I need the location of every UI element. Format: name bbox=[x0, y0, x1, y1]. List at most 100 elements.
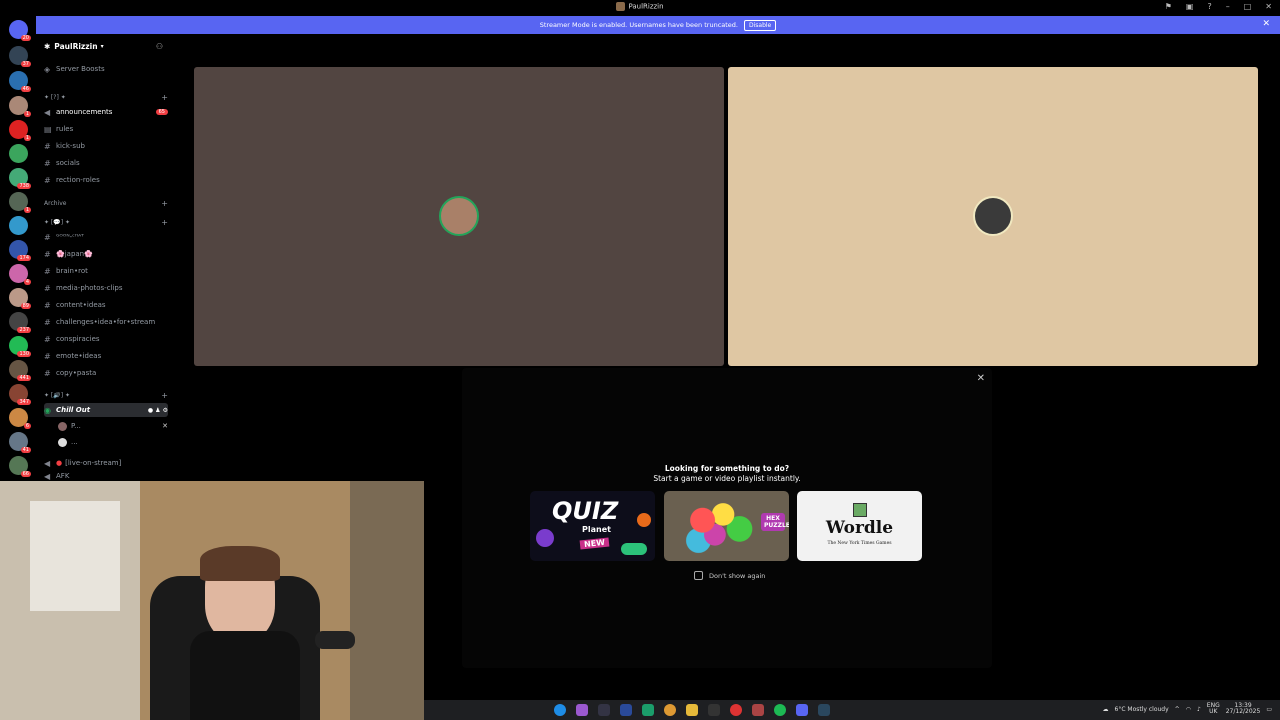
server-icon[interactable]: 1 bbox=[9, 120, 31, 141]
tray-chevron-icon[interactable]: ^ bbox=[1175, 706, 1180, 713]
server-header[interactable]: ✱ PaulRizzin ▾ ⚇ bbox=[36, 34, 173, 58]
server-icon[interactable] bbox=[9, 216, 28, 235]
channel-rules[interactable]: ▤ rules bbox=[44, 122, 168, 136]
minimize-button[interactable]: – bbox=[1226, 2, 1230, 11]
server-icon[interactable]: 6 bbox=[9, 408, 31, 429]
hash-icon: # bbox=[44, 232, 51, 242]
hex-puzzle-card[interactable]: HEX PUZZLE bbox=[664, 491, 789, 561]
hash-icon: # bbox=[44, 249, 51, 259]
weather-text[interactable]: 6°C Mostly cloudy bbox=[1115, 706, 1169, 713]
microphone bbox=[315, 631, 355, 649]
voice-user[interactable]: P... ✕ bbox=[58, 419, 168, 433]
server-icon[interactable]: 174 bbox=[9, 240, 31, 261]
channel-item[interactable]: # conspiracies bbox=[44, 332, 168, 346]
add-channel-icon[interactable]: + bbox=[161, 218, 168, 227]
speaker-icon: ◀ bbox=[44, 458, 51, 468]
rules-icon: ▤ bbox=[44, 124, 52, 134]
wordle-card[interactable]: Wordle The New York Times Games bbox=[797, 491, 922, 561]
checkbox[interactable] bbox=[694, 571, 703, 580]
server-icon[interactable]: 738 bbox=[9, 168, 31, 189]
channel-item[interactable]: # ᴳᴼᴼᴺ-ᶜᴴᴬᵀ bbox=[44, 230, 168, 244]
archive-category[interactable]: Archive + bbox=[44, 196, 168, 210]
channel-socials[interactable]: # socials bbox=[44, 156, 168, 170]
app-icon[interactable] bbox=[730, 704, 742, 716]
server-icon[interactable]: 46 bbox=[9, 71, 31, 92]
voice-channel-live[interactable]: ◀ ● [live-on-stream] bbox=[44, 456, 168, 470]
add-channel-icon[interactable]: + bbox=[161, 391, 168, 400]
voice-channel-afk[interactable]: ◀ AFK bbox=[44, 472, 168, 480]
channel-item[interactable]: # content•ideas bbox=[44, 298, 168, 312]
server-icon[interactable]: 66 bbox=[9, 456, 31, 477]
channel-item[interactable]: # challenges•idea•for•stream bbox=[44, 315, 168, 329]
clock[interactable]: 13:39 27/12/2025 bbox=[1226, 703, 1261, 715]
dont-show-again[interactable]: Don't show again bbox=[694, 571, 765, 580]
system-tray: ☁ 6°C Mostly cloudy ^ ◠ ♪ ENG UK 13:39 27/… bbox=[1103, 703, 1273, 715]
notification-icon[interactable]: ▭ bbox=[1266, 706, 1272, 713]
voice-tile-user2[interactable] bbox=[728, 67, 1258, 366]
channel-item[interactable]: # emote•ideas bbox=[44, 349, 168, 363]
voice-user[interactable]: ... bbox=[58, 435, 168, 449]
server-icon[interactable]: 1 bbox=[9, 96, 31, 117]
voice-actions-icon[interactable]: ● ♟ ⚙ bbox=[148, 407, 168, 414]
home-icon[interactable]: 20 bbox=[9, 20, 31, 41]
category-header[interactable]: ✦ [💬] ✦ + bbox=[44, 215, 168, 229]
language[interactable]: ENG UK bbox=[1207, 703, 1220, 715]
badge: 174 bbox=[17, 255, 31, 261]
hash-icon: # bbox=[44, 283, 51, 293]
close-window-button[interactable]: ✕ bbox=[1265, 2, 1272, 11]
disconnect-icon[interactable]: ✕ bbox=[162, 422, 168, 430]
server-icon[interactable]: 441 bbox=[9, 360, 31, 381]
streamer-mode-banner: Streamer Mode is enabled. Usernames have… bbox=[36, 16, 1280, 34]
add-channel-icon[interactable]: + bbox=[161, 93, 168, 102]
server-icon[interactable]: 41 bbox=[9, 432, 31, 453]
app-icon[interactable] bbox=[642, 704, 654, 716]
server-icon[interactable]: 37 bbox=[9, 46, 31, 67]
planet-icon bbox=[536, 529, 554, 547]
steam-icon[interactable] bbox=[818, 704, 830, 716]
invite-icon[interactable]: ⚇ bbox=[156, 42, 163, 51]
badge: 347 bbox=[17, 399, 31, 405]
server-boosts[interactable]: ◈ Server Boosts bbox=[44, 62, 168, 76]
voice-tile-user1[interactable] bbox=[194, 67, 724, 366]
category-header[interactable]: ✦ [?] ✦ + bbox=[44, 90, 168, 104]
close-icon[interactable]: ✕ bbox=[1262, 19, 1270, 29]
server-icon[interactable]: 347 bbox=[9, 384, 31, 405]
quiz-planet-card[interactable]: QUIZ Planet NEW bbox=[530, 491, 655, 561]
edge-icon[interactable] bbox=[554, 704, 566, 716]
server-icon[interactable]: 1 bbox=[9, 192, 31, 213]
server-icon[interactable]: 4 bbox=[9, 264, 31, 285]
chrome-icon[interactable] bbox=[664, 704, 676, 716]
channel-item[interactable]: # media-photos-clips bbox=[44, 281, 168, 295]
maximize-button[interactable]: □ bbox=[1244, 2, 1252, 11]
badge: 20 bbox=[20, 35, 31, 41]
category-header[interactable]: ✦ [🔊] ✦ + bbox=[44, 388, 168, 402]
checkbox-label: Don't show again bbox=[709, 571, 766, 580]
server-icon[interactable]: 237 bbox=[9, 312, 31, 333]
server-icon[interactable] bbox=[9, 144, 28, 163]
stream-icon[interactable]: ▣ bbox=[1186, 2, 1194, 11]
inbox-icon[interactable]: ⚑ bbox=[1165, 2, 1172, 11]
folder-icon[interactable] bbox=[686, 704, 698, 716]
channel-item[interactable]: # 🌸japan🌸 bbox=[44, 247, 168, 261]
channel-item[interactable]: # brain•rot bbox=[44, 264, 168, 278]
volume-icon[interactable]: ♪ bbox=[1197, 706, 1201, 713]
channel-kick-sub[interactable]: # kick-sub bbox=[44, 139, 168, 153]
spotify-icon[interactable] bbox=[774, 704, 786, 716]
discord-icon[interactable] bbox=[796, 704, 808, 716]
app-icon[interactable] bbox=[576, 704, 588, 716]
channel-announcements[interactable]: ◀ announcements 65 bbox=[44, 105, 168, 119]
help-icon[interactable]: ? bbox=[1207, 2, 1211, 11]
voice-channel-chill-out[interactable]: ◉ Chill Out ● ♟ ⚙ bbox=[44, 403, 168, 417]
close-icon[interactable]: ✕ bbox=[977, 373, 985, 384]
channel-rection-roles[interactable]: # rection-roles bbox=[44, 173, 168, 187]
wifi-icon[interactable]: ◠ bbox=[1186, 706, 1191, 713]
app-icon[interactable] bbox=[752, 704, 764, 716]
channel-item[interactable]: # copy•pasta bbox=[44, 366, 168, 380]
server-icon[interactable]: 89 bbox=[9, 288, 31, 309]
app-icon[interactable] bbox=[620, 704, 632, 716]
server-icon[interactable]: 130 bbox=[9, 336, 31, 357]
add-channel-icon[interactable]: + bbox=[161, 199, 168, 208]
app-icon[interactable] bbox=[708, 704, 720, 716]
disable-streamer-button[interactable]: Disable bbox=[743, 19, 777, 31]
steam-icon[interactable] bbox=[598, 704, 610, 716]
